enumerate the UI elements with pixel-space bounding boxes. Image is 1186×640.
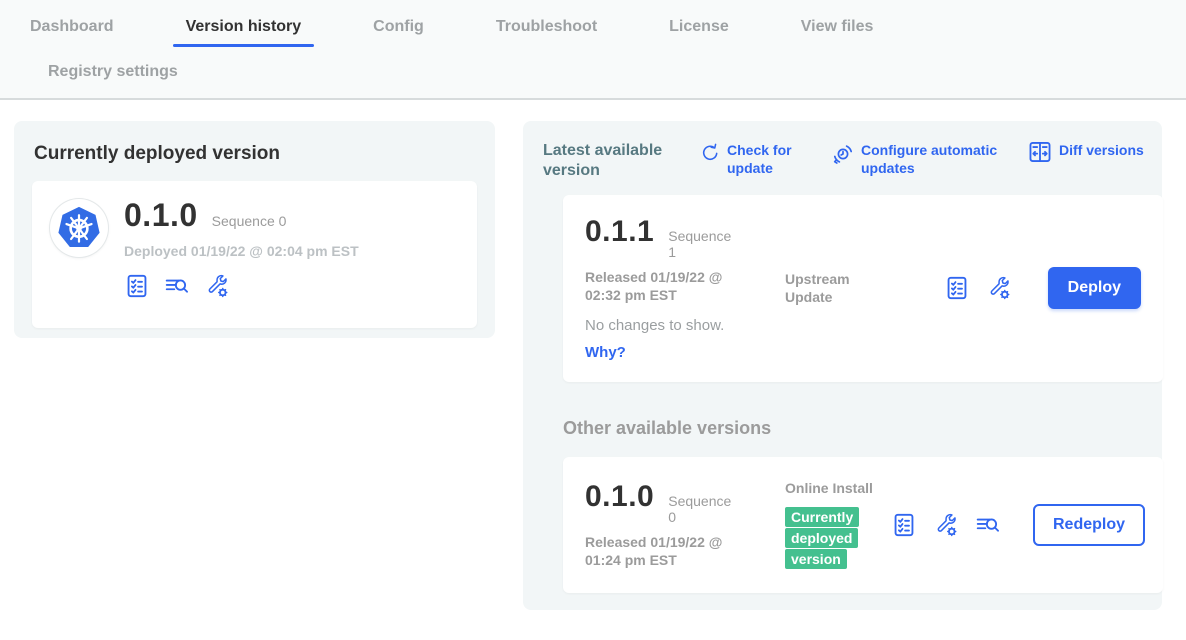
currently-deployed-badge: Currently deployed version	[785, 507, 859, 569]
other-released-timestamp: Released 01/19/22 @ 01:24 pm EST	[585, 533, 755, 569]
diff-versions-link[interactable]: Diff versions	[1027, 141, 1144, 169]
other-version-source: Online Install	[785, 479, 891, 497]
deploy-button[interactable]: Deploy	[1048, 267, 1141, 309]
latest-released-timestamp: Released 01/19/22 @ 02:32 pm EST	[585, 268, 755, 304]
refresh-icon	[699, 142, 721, 168]
header-actions: Check for update Configure automatic upd…	[699, 141, 1144, 177]
edit-config-icon[interactable]	[986, 275, 1012, 301]
available-versions-header: Latest available version Check for updat…	[543, 141, 1142, 181]
latest-sequence-label: Sequence 1	[668, 228, 740, 260]
check-for-update-link[interactable]: Check for update	[699, 141, 817, 177]
other-version-card: 0.1.0 Sequence 0 Released 01/19/22 @ 01:…	[563, 457, 1163, 593]
preflight-checks-icon[interactable]	[944, 275, 970, 301]
deployed-version-actions	[124, 273, 459, 299]
other-sequence-label: Sequence 0	[668, 493, 740, 525]
currently-deployed-title: Currently deployed version	[34, 143, 477, 165]
redeploy-button[interactable]: Redeploy	[1033, 504, 1145, 546]
latest-available-title: Latest available version	[543, 141, 691, 181]
other-version-info: 0.1.0 Sequence 0 Released 01/19/22 @ 01:…	[585, 480, 785, 570]
configure-automatic-updates-label: Configure automatic updates	[861, 141, 1009, 177]
check-for-update-label: Check for update	[727, 141, 817, 177]
deploy-logs-icon[interactable]	[164, 273, 190, 299]
edit-config-icon[interactable]	[204, 273, 230, 299]
tab-license[interactable]: License	[656, 10, 742, 47]
latest-version-info: 0.1.1 Sequence 1 Released 01/19/22 @ 02:…	[585, 215, 785, 362]
app-logo	[50, 199, 108, 257]
deployed-version-body: 0.1.0 Sequence 0 Deployed 01/19/22 @ 02:…	[124, 197, 459, 299]
schedule-update-icon	[831, 142, 855, 170]
currently-deployed-badge-wrap: Currently deployed version	[785, 507, 873, 570]
other-version-actions: Redeploy	[891, 504, 1145, 546]
tab-registry-settings[interactable]: Registry settings	[35, 55, 215, 92]
deployed-version-number: 0.1.0	[124, 197, 198, 234]
diff-versions-label: Diff versions	[1059, 141, 1144, 159]
tab-config[interactable]: Config	[360, 10, 437, 47]
no-changes-text: No changes to show.	[585, 317, 785, 334]
kubernetes-icon	[57, 206, 101, 250]
latest-version-source: Upstream Update	[785, 270, 891, 306]
tab-view-files[interactable]: View files	[788, 10, 887, 47]
currently-deployed-panel: Currently deployed version 0.1.0 Sequenc…	[14, 121, 495, 338]
why-link[interactable]: Why?	[585, 344, 626, 361]
deployed-version-card: 0.1.0 Sequence 0 Deployed 01/19/22 @ 02:…	[32, 181, 477, 328]
available-versions-panel: Latest available version Check for updat…	[523, 121, 1162, 610]
deployed-timestamp: Deployed 01/19/22 @ 02:04 pm EST	[124, 243, 459, 259]
top-navigation: Dashboard Version history Config Trouble…	[0, 0, 1186, 100]
tab-version-history[interactable]: Version history	[173, 10, 315, 47]
other-available-versions-title: Other available versions	[563, 418, 1142, 439]
configure-automatic-updates-link[interactable]: Configure automatic updates	[831, 141, 1009, 177]
version-history-page: Dashboard Version history Config Trouble…	[0, 0, 1186, 640]
other-version-source-block: Online Install Currently deployed versio…	[785, 479, 891, 570]
deployed-sequence-label: Sequence 0	[212, 213, 287, 231]
tab-dashboard[interactable]: Dashboard	[17, 10, 127, 47]
diff-icon	[1027, 139, 1053, 169]
deploy-logs-icon[interactable]	[975, 512, 1001, 538]
other-version-number: 0.1.0	[585, 480, 654, 514]
nav-tabs: Dashboard Version history Config Trouble…	[17, 10, 1017, 98]
preflight-checks-icon[interactable]	[891, 512, 917, 538]
edit-config-icon[interactable]	[933, 512, 959, 538]
latest-version-actions: Deploy	[944, 267, 1141, 309]
latest-version-number: 0.1.1	[585, 215, 654, 249]
preflight-checks-icon[interactable]	[124, 273, 150, 299]
tab-troubleshoot[interactable]: Troubleshoot	[483, 10, 610, 47]
latest-version-card: 0.1.1 Sequence 1 Released 01/19/22 @ 02:…	[563, 195, 1163, 382]
